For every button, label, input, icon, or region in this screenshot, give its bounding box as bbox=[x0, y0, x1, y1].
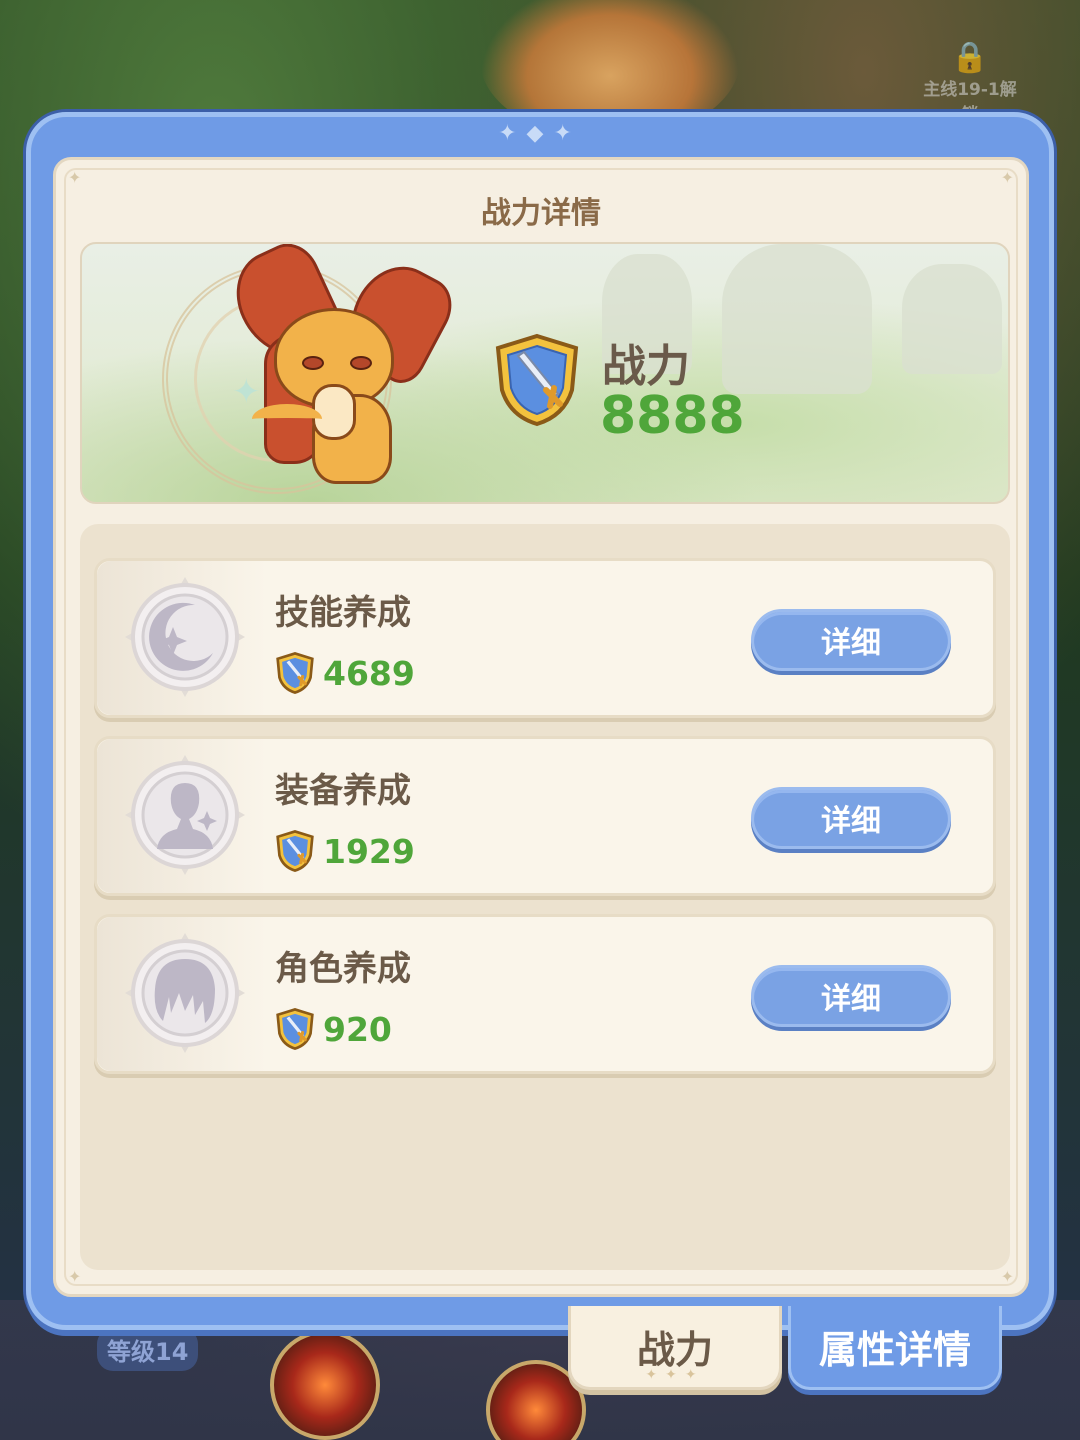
skill-orb-fire-icon bbox=[270, 1330, 380, 1440]
lock-icon: 🔒 bbox=[951, 40, 989, 75]
corner-ornament-icon: ✦ bbox=[1000, 1267, 1014, 1286]
list-item-equipment: 装备养成 1929 详细 bbox=[94, 736, 996, 896]
tab-ornament-icon: ✦✦✦ bbox=[645, 1367, 705, 1383]
moon-star-icon bbox=[125, 577, 245, 697]
bust-sparkle-icon bbox=[125, 755, 245, 875]
total-power-display: 战力 8888 bbox=[492, 326, 792, 446]
power-details-modal: ✦◆✦ ✦ ✦ ✦ ✦ 战力详情 ✦ 战力 8888 技能养成 4689 详细 … bbox=[26, 112, 1054, 1330]
list-item-character: 角色养成 920 详细 bbox=[94, 914, 996, 1074]
power-details-panel: ✦ ✦ ✦ ✦ 战力详情 ✦ 战力 8888 技能养成 4689 详细 装备养成… bbox=[53, 157, 1029, 1297]
hero-banner: ✦ 战力 8888 bbox=[80, 242, 1010, 504]
row-score-value: 920 bbox=[323, 1009, 392, 1049]
corner-ornament-icon: ✦ bbox=[68, 168, 82, 187]
character-portrait-fox-cat: ✦ bbox=[202, 244, 463, 502]
power-label: 战力 bbox=[602, 341, 690, 392]
tab-attribute-label: 属性详情 bbox=[818, 1328, 971, 1372]
character-detail-button[interactable]: 详细 bbox=[751, 965, 951, 1027]
power-breakdown-list: 技能养成 4689 详细 装备养成 1929 详细 角色养成 920 详细 bbox=[80, 524, 1010, 1270]
sparkle-icon: ✦ bbox=[232, 372, 261, 412]
row-score-value: 1929 bbox=[323, 831, 415, 871]
tab-power[interactable]: 战力 ✦✦✦ bbox=[568, 1306, 782, 1390]
power-shield-icon bbox=[276, 1008, 314, 1050]
corner-ornament-icon: ✦ bbox=[1000, 168, 1014, 187]
level-badge: 等级14 bbox=[97, 1328, 199, 1371]
power-value: 8888 bbox=[600, 386, 745, 446]
row-title: 装备养成 bbox=[275, 771, 411, 811]
hair-head-icon bbox=[125, 933, 245, 1053]
power-shield-icon bbox=[276, 830, 314, 872]
row-score: 1929 bbox=[275, 829, 415, 873]
power-shield-icon bbox=[276, 652, 314, 694]
tab-attribute-details[interactable]: 属性详情 bbox=[788, 1306, 1002, 1390]
background-rock bbox=[902, 264, 1002, 374]
power-shield-icon bbox=[495, 333, 579, 427]
corner-ornament-icon: ✦ bbox=[68, 1267, 82, 1286]
equipment-detail-button[interactable]: 详细 bbox=[751, 787, 951, 849]
panel-title: 战力详情 bbox=[481, 196, 601, 231]
diamond-ornament-icon: ✦◆✦ bbox=[498, 121, 582, 146]
row-score: 4689 bbox=[275, 651, 415, 695]
row-score: 920 bbox=[275, 1007, 392, 1051]
skill-detail-button[interactable]: 详细 bbox=[751, 609, 951, 671]
tab-power-label: 战力 bbox=[636, 1328, 713, 1372]
scene-lock-indicator: 🔒 主线19-1解锁 bbox=[915, 40, 1025, 125]
row-title: 技能养成 bbox=[275, 593, 411, 633]
row-title: 角色养成 bbox=[275, 949, 411, 989]
row-score-value: 4689 bbox=[323, 653, 415, 693]
list-item-skill: 技能养成 4689 详细 bbox=[94, 558, 996, 718]
